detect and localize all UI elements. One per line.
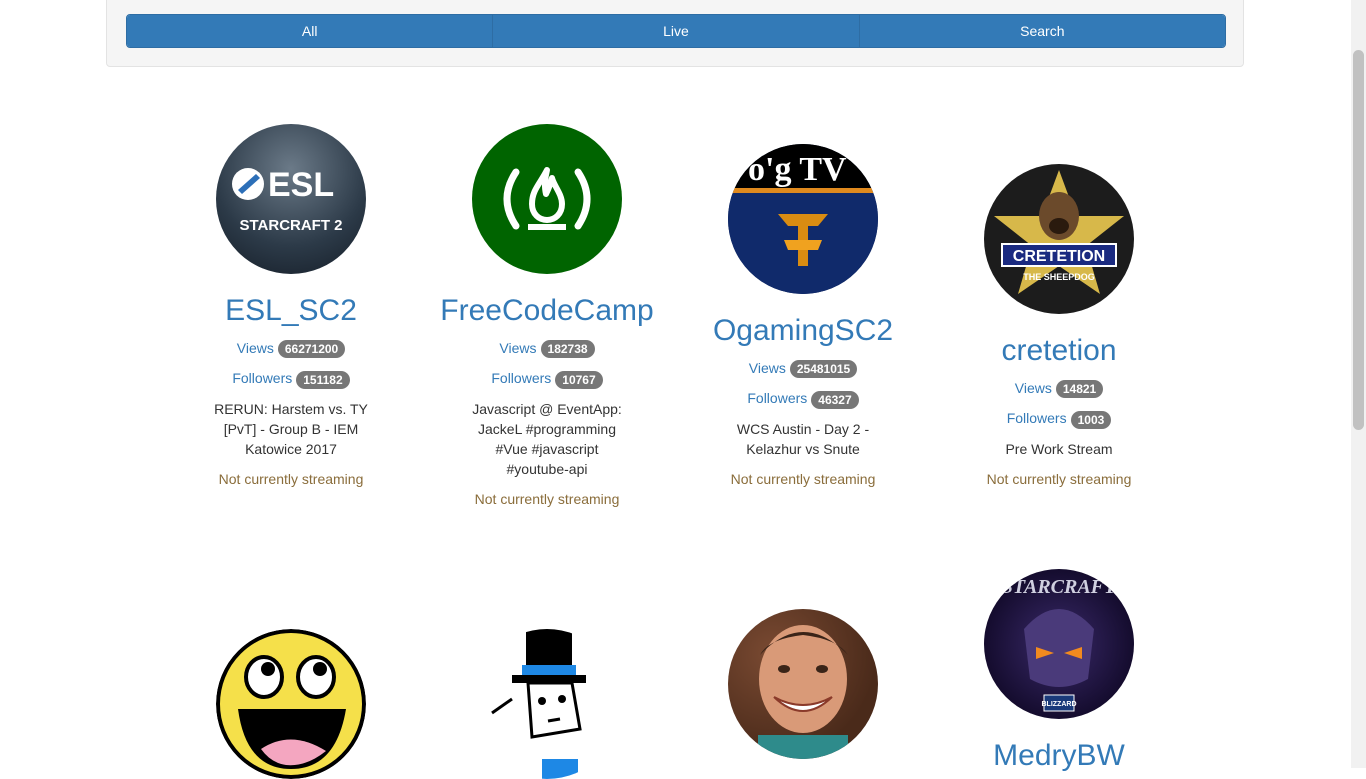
filter-button-group: All Live Search xyxy=(126,14,1226,48)
views-badge: 66271200 xyxy=(277,340,346,359)
channel-card: STARCRAFT BLIZZARD MedryBW xyxy=(931,569,1187,773)
views-label: Views xyxy=(748,360,786,376)
followers-stat: Followers 1003 xyxy=(931,408,1187,429)
followers-label: Followers xyxy=(1006,410,1067,427)
stream-title: RERUN: Harstem vs. TY [PvT] - Group B - … xyxy=(214,400,368,457)
followers-label: Followers xyxy=(232,370,293,387)
followers-label: Followers xyxy=(747,390,808,407)
views-badge: 14821 xyxy=(1055,380,1104,399)
followers-badge: 46327 xyxy=(811,390,859,409)
channel-card xyxy=(675,609,931,759)
stream-title: Pre Work Stream xyxy=(1005,440,1113,457)
followers-badge: 10767 xyxy=(555,370,603,389)
views-badge: 182738 xyxy=(540,340,595,359)
person-photo-icon xyxy=(758,625,848,759)
channel-name[interactable]: FreeCodeCamp xyxy=(419,294,675,328)
smiley-face-icon xyxy=(216,629,366,779)
channel-avatar-smiley[interactable] xyxy=(216,629,366,779)
fire-icon xyxy=(503,167,591,230)
starcraft-logo-icon: o'g TV xyxy=(728,144,878,294)
search-button[interactable]: Search xyxy=(859,15,1225,47)
channel-name[interactable]: ESL_SC2 xyxy=(163,294,419,328)
channel-avatar-tophat[interactable] xyxy=(472,629,622,779)
svg-text:ESL: ESL xyxy=(268,166,334,204)
channel-avatar-cretetion[interactable]: CRETETION THE SHEEPDOG xyxy=(984,164,1134,314)
svg-text:BLIZZARD: BLIZZARD xyxy=(1042,701,1077,708)
channel-avatar-esl[interactable]: ESL STARCRAFT 2 xyxy=(216,124,366,274)
channel-card: ESL STARCRAFT 2 ESL_SC2 Views 66271200 Fo… xyxy=(163,124,419,489)
channel-card xyxy=(419,629,675,779)
followers-badge: 1003 xyxy=(1070,410,1112,429)
views-stat: Views 14821 xyxy=(931,378,1187,399)
svg-text:STARCRAFT: STARCRAFT xyxy=(1002,576,1117,598)
views-label: Views xyxy=(236,340,274,356)
followers-badge: 151182 xyxy=(296,370,350,389)
channel-card: o'g TV OgamingSC2 Views 25481015 Follower… xyxy=(675,144,931,489)
svg-text:THE SHEEPDOG: THE SHEEPDOG xyxy=(1023,272,1095,282)
esl-logo-icon: ESL STARCRAFT 2 xyxy=(232,166,343,234)
channel-avatar-medrybw[interactable]: STARCRAFT BLIZZARD xyxy=(984,569,1134,719)
channel-card xyxy=(163,629,419,779)
followers-stat: Followers 10767 xyxy=(419,368,675,389)
stream-state: Not currently streaming xyxy=(474,490,620,507)
followers-label: Followers xyxy=(491,370,552,387)
channel-avatar-ogaming[interactable]: o'g TV xyxy=(728,144,878,294)
starcraft-cover-icon: STARCRAFT BLIZZARD xyxy=(1002,576,1117,712)
stream-title: Javascript @ EventApp: JackeL #programmi… xyxy=(472,400,622,477)
svg-text:STARCRAFT 2: STARCRAFT 2 xyxy=(239,217,342,234)
tophat-robot-icon xyxy=(491,629,586,779)
stream-state: Not currently streaming xyxy=(986,470,1132,487)
scrollbar-thumb[interactable] xyxy=(1353,50,1364,430)
page-scrollbar[interactable] xyxy=(1351,0,1366,768)
views-stat: Views 182738 xyxy=(419,338,675,359)
all-button[interactable]: All xyxy=(127,15,494,47)
sheriff-badge-icon: CRETETION THE SHEEPDOG xyxy=(994,170,1124,294)
views-stat: Views 66271200 xyxy=(163,338,419,359)
views-label: Views xyxy=(499,340,537,356)
views-label: Views xyxy=(1014,380,1052,396)
channel-card: CRETETION THE SHEEPDOG cretetion Views 14… xyxy=(931,164,1187,489)
views-badge: 25481015 xyxy=(789,360,858,379)
channel-avatar-portrait[interactable] xyxy=(728,609,878,759)
stream-state: Not currently streaming xyxy=(730,470,876,487)
stream-state: Not currently streaming xyxy=(218,470,364,487)
followers-stat: Followers 151182 xyxy=(163,368,419,389)
channel-avatar-freecodecamp[interactable] xyxy=(472,124,622,274)
channel-name[interactable]: OgamingSC2 xyxy=(675,314,931,348)
stream-title: WCS Austin - Day 2 - Kelazhur vs Snute xyxy=(736,420,870,457)
svg-text:o'g TV: o'g TV xyxy=(748,151,847,188)
svg-text:CRETETION: CRETETION xyxy=(1013,248,1105,265)
channel-card: FreeCodeCamp Views 182738 Followers 10767 … xyxy=(419,124,675,509)
followers-stat: Followers 46327 xyxy=(675,388,931,409)
live-button[interactable]: Live xyxy=(493,15,860,47)
channel-name[interactable]: cretetion xyxy=(931,334,1187,368)
views-stat: Views 25481015 xyxy=(675,358,931,379)
